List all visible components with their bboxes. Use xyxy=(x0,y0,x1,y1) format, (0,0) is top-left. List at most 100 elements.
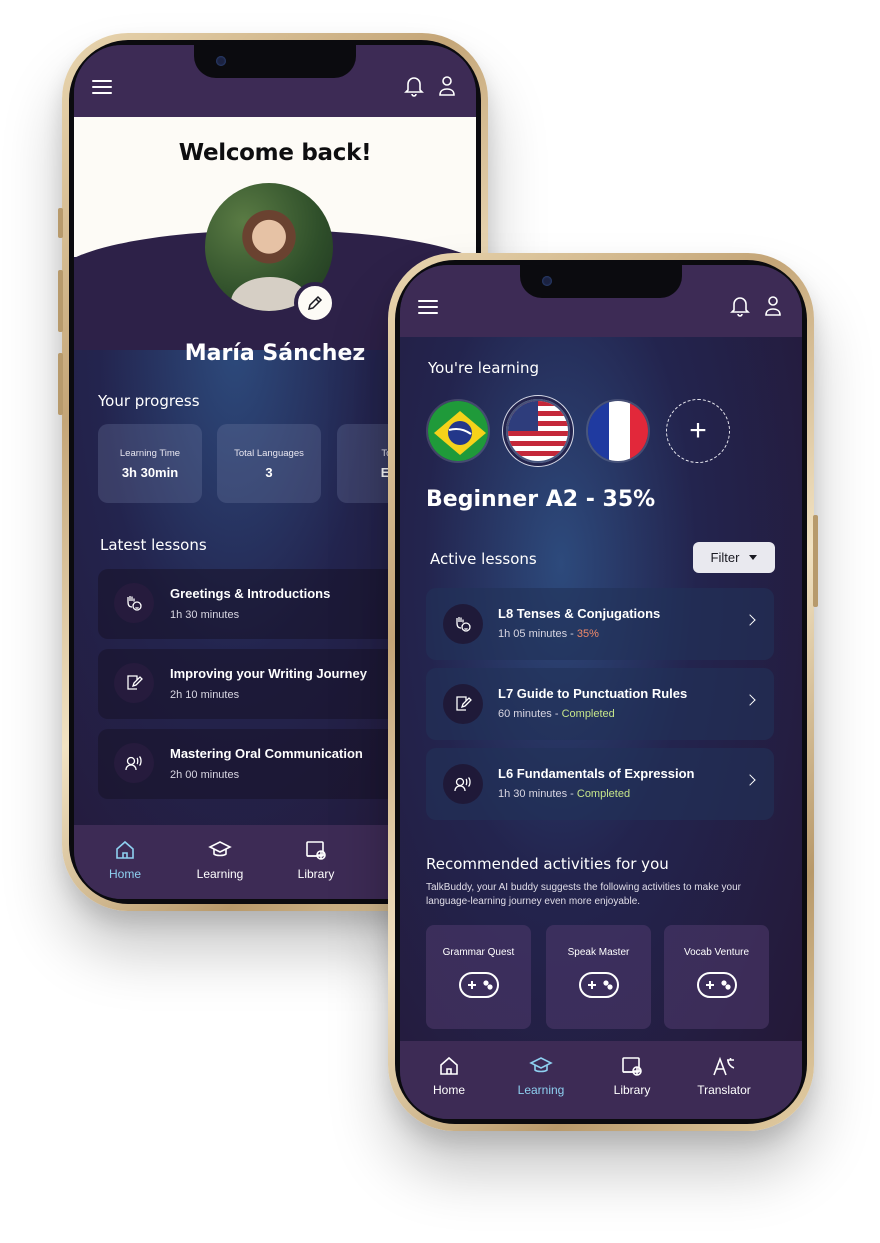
nav-label: Learning xyxy=(517,1083,565,1097)
nav-label: Library xyxy=(613,1083,651,1097)
nav-label: Home xyxy=(432,1083,465,1097)
caret-down-icon xyxy=(749,555,758,560)
lesson-status: 35% xyxy=(576,628,599,640)
graduation-cap-icon xyxy=(529,1057,553,1073)
lesson-duration: 2h 10 minutes xyxy=(170,689,240,701)
nav-home[interactable]: Home xyxy=(80,839,170,881)
phone-side-button xyxy=(58,208,63,238)
chevron-right-icon xyxy=(744,694,756,706)
lesson-duration: 1h 05 minutes - xyxy=(498,628,577,640)
bell-icon[interactable] xyxy=(730,295,750,317)
activity-card[interactable]: Vocab Venture xyxy=(664,925,769,1029)
recommended-description: TalkBuddy, your AI buddy suggests the fo… xyxy=(426,882,741,907)
stat-card-total-languages: Total Languages 3 xyxy=(217,424,321,503)
lesson-title: L8 Tenses & Conjugations xyxy=(498,606,661,621)
learning-label: You're learning xyxy=(428,359,540,377)
learning-phone-mockup: You're learning + Beginner A2 - 35% Acti… xyxy=(388,253,818,1131)
lesson-card[interactable]: Greetings & Introductions 1h 30 minutes xyxy=(98,569,438,639)
level-progress: Beginner A2 - 35% xyxy=(426,487,656,512)
nav-label: Home xyxy=(108,867,141,881)
france-flag[interactable] xyxy=(586,399,650,463)
nav-learning[interactable]: Learning xyxy=(175,839,265,881)
lesson-meta: 1h 05 minutes - 35% xyxy=(498,628,599,640)
lesson-status: Completed xyxy=(576,788,631,800)
gamepad-icon xyxy=(458,972,499,998)
activity-card[interactable]: Grammar Quest xyxy=(426,925,531,1029)
user-profile-icon[interactable] xyxy=(438,75,456,97)
hamburger-menu-icon[interactable] xyxy=(92,80,112,94)
lesson-title: Mastering Oral Communication xyxy=(170,746,363,761)
stat-label: Total Languages xyxy=(234,448,304,459)
speaking-icon xyxy=(443,764,483,804)
activity-card[interactable]: Speak Master xyxy=(546,925,651,1029)
nav-label: Library xyxy=(297,867,335,881)
home-icon xyxy=(440,1056,458,1075)
nav-home[interactable]: Home xyxy=(404,1055,494,1097)
edit-profile-button[interactable] xyxy=(294,282,336,324)
plus-icon: + xyxy=(689,414,707,447)
lesson-title: Improving your Writing Journey xyxy=(170,666,367,681)
welcome-title: Welcome back! xyxy=(178,140,372,166)
bell-icon[interactable] xyxy=(404,75,424,97)
active-lesson-card[interactable]: L6 Fundamentals of Expression 1h 30 minu… xyxy=(426,748,774,820)
lesson-title: L6 Fundamentals of Expression xyxy=(498,766,695,781)
active-lessons-heading: Active lessons xyxy=(430,550,537,568)
nav-translator[interactable]: Translator xyxy=(679,1055,769,1097)
lesson-title: L7 Guide to Punctuation Rules xyxy=(498,686,688,701)
learning-screen: You're learning + Beginner A2 - 35% Acti… xyxy=(400,265,802,1119)
nav-learning[interactable]: Learning xyxy=(496,1055,586,1097)
stat-value: 3 xyxy=(265,465,273,480)
brazil-flag[interactable] xyxy=(426,399,490,463)
add-language-button[interactable]: + xyxy=(666,399,730,463)
speaking-icon xyxy=(114,743,154,783)
active-lesson-card[interactable]: L8 Tenses & Conjugations 1h 05 minutes -… xyxy=(426,588,774,660)
stat-label: Learning Time xyxy=(119,448,181,459)
lesson-meta: 60 minutes - Completed xyxy=(498,708,615,720)
filter-label: Filter xyxy=(710,550,740,565)
gamepad-icon xyxy=(578,972,619,998)
lesson-status: Completed xyxy=(561,708,615,720)
stat-card-learning-time: Learning Time 3h 30min xyxy=(98,424,202,503)
translator-icon xyxy=(713,1056,735,1076)
stat-value: 3h 30min xyxy=(121,465,179,480)
lesson-duration: 2h 00 minutes xyxy=(170,769,240,781)
writing-icon xyxy=(114,663,154,703)
bottom-navigation: Home Learning Library Translator xyxy=(400,1041,802,1119)
user-profile-icon[interactable] xyxy=(764,295,782,317)
home-icon xyxy=(116,840,134,859)
activity-name: Speak Master xyxy=(567,947,630,958)
phone-side-button xyxy=(813,515,818,607)
lesson-duration: 60 minutes - xyxy=(498,708,562,720)
library-icon xyxy=(306,841,326,860)
nav-label: Translator xyxy=(697,1083,751,1097)
active-lesson-card[interactable]: L7 Guide to Punctuation Rules 60 minutes… xyxy=(426,668,774,740)
activity-name: Vocab Venture xyxy=(683,947,750,958)
graduation-cap-icon xyxy=(208,841,232,857)
greeting-hand-icon xyxy=(114,583,154,623)
nav-library[interactable]: Library xyxy=(271,839,361,881)
pencil-icon xyxy=(307,295,323,311)
phone-side-button xyxy=(58,270,63,332)
lesson-duration: 1h 30 minutes - xyxy=(498,788,577,800)
greeting-hand-icon xyxy=(443,604,483,644)
chevron-right-icon xyxy=(744,774,756,786)
phone-side-button xyxy=(58,353,63,415)
nav-label: Learning xyxy=(196,867,244,881)
library-icon xyxy=(622,1057,642,1076)
lesson-card[interactable]: Mastering Oral Communication 2h 00 minut… xyxy=(98,729,438,799)
lesson-duration: 1h 30 minutes xyxy=(170,609,240,621)
chevron-right-icon xyxy=(744,614,756,626)
phone-notch xyxy=(520,265,682,298)
lesson-card[interactable]: Improving your Writing Journey 2h 10 min… xyxy=(98,649,438,719)
activity-name: Grammar Quest xyxy=(442,947,515,958)
gamepad-icon xyxy=(696,972,737,998)
latest-lessons-heading: Latest lessons xyxy=(100,536,207,554)
filter-button[interactable]: Filter xyxy=(693,542,775,573)
hamburger-menu-icon[interactable] xyxy=(418,300,438,314)
recommended-heading: Recommended activities for you xyxy=(426,855,669,873)
usa-flag[interactable] xyxy=(506,399,570,463)
lesson-title: Greetings & Introductions xyxy=(170,586,331,601)
nav-library[interactable]: Library xyxy=(587,1055,677,1097)
phone-notch xyxy=(194,45,356,78)
writing-icon xyxy=(443,684,483,724)
